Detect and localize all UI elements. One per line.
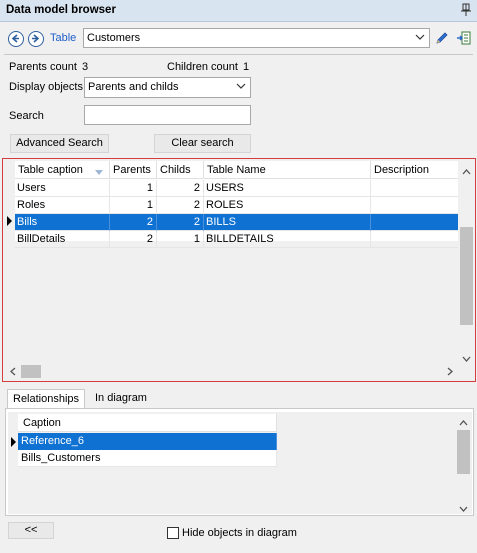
- relationships-panel: Caption Reference_6 Bills_Customers: [5, 408, 474, 516]
- tables-grid: Table caption Parents Childs Table Name …: [15, 161, 458, 248]
- cell-childs: 1: [157, 231, 204, 248]
- cell-caption: Users: [15, 180, 110, 197]
- toolbar-divider: [4, 54, 473, 55]
- tables-grid-frame: Table caption Parents Childs Table Name …: [2, 158, 476, 382]
- relationships-scroll-thumb[interactable]: [457, 430, 470, 474]
- table-row[interactable]: BillDetails 2 1 BILLDETAILS: [15, 231, 458, 248]
- grid-vertical-scrollbar[interactable]: [458, 161, 475, 363]
- tab-relationships[interactable]: Relationships: [7, 389, 86, 409]
- edit-pencil-icon[interactable]: [434, 30, 450, 46]
- cell-table-name: BILLS: [204, 214, 371, 231]
- cell-childs: 2: [157, 197, 204, 214]
- grid-scroll-thumb[interactable]: [460, 227, 473, 325]
- column-header-description[interactable]: Description: [371, 161, 458, 179]
- table-row[interactable]: Users 1 2 USERS: [15, 180, 458, 197]
- cell-childs: 2: [157, 214, 204, 231]
- scroll-down-icon[interactable]: [459, 503, 468, 515]
- display-objects-value: Parents and childs: [88, 81, 179, 93]
- cell-caption: Bills: [15, 214, 110, 231]
- relationships-column-header[interactable]: Caption: [18, 414, 277, 432]
- chevron-down-icon: [415, 32, 425, 42]
- cell-parents: 2: [110, 214, 157, 231]
- scroll-right-icon[interactable]: [447, 367, 453, 379]
- hide-objects-checkbox[interactable]: [167, 527, 179, 539]
- cell-childs: 2: [157, 180, 204, 197]
- cell-description: [371, 231, 458, 248]
- children-count-label: Children count: [167, 61, 238, 73]
- parents-count-label: Parents count: [9, 61, 77, 73]
- search-label: Search: [9, 110, 44, 122]
- export-icon[interactable]: [456, 30, 472, 46]
- clear-search-button[interactable]: Clear search: [154, 134, 251, 153]
- collapse-button[interactable]: <<: [8, 522, 54, 539]
- row-marker-icon: [7, 216, 12, 226]
- cell-table-name: BILLDETAILS: [204, 231, 371, 248]
- hide-objects-label[interactable]: Hide objects in diagram: [182, 527, 297, 539]
- column-header-table-name[interactable]: Table Name: [204, 161, 371, 179]
- children-count-value: 1: [243, 61, 250, 73]
- back-icon[interactable]: [8, 31, 24, 47]
- grid-hscroll-thumb[interactable]: [21, 365, 41, 378]
- search-input[interactable]: [84, 105, 251, 125]
- cell-description: [371, 180, 458, 197]
- table-select[interactable]: Customers: [83, 28, 430, 48]
- cell-parents: 1: [110, 180, 157, 197]
- table-link[interactable]: Table: [50, 32, 76, 44]
- cell-parents: 2: [110, 231, 157, 248]
- grid-header: Table caption Parents Childs Table Name …: [15, 161, 458, 179]
- scroll-down-icon[interactable]: [462, 353, 471, 365]
- table-row-selected[interactable]: Bills 2 2 BILLS: [15, 214, 458, 231]
- window-title: Data model browser: [6, 4, 116, 16]
- pin-icon[interactable]: [459, 3, 473, 17]
- column-header-label: Table caption: [18, 164, 83, 176]
- column-header-caption[interactable]: Table caption: [15, 161, 110, 179]
- cell-caption: Roles: [15, 197, 110, 214]
- scroll-left-icon[interactable]: [10, 367, 16, 379]
- table-select-value: Customers: [87, 32, 141, 44]
- scroll-up-icon[interactable]: [459, 417, 468, 429]
- tab-in-diagram[interactable]: In diagram: [90, 389, 152, 409]
- table-row[interactable]: Roles 1 2 ROLES: [15, 197, 458, 214]
- cell-description: [371, 197, 458, 214]
- row-marker-icon: [11, 437, 16, 447]
- relationship-row-selected[interactable]: Reference_6: [18, 433, 277, 450]
- title-bar: Data model browser: [0, 0, 477, 22]
- display-objects-label: Display objects: [9, 81, 83, 93]
- chevron-down-icon: [236, 81, 246, 91]
- parents-count-value: 3: [82, 61, 89, 73]
- relationships-vertical-scrollbar[interactable]: [455, 412, 472, 514]
- advanced-search-button[interactable]: Advanced Search: [10, 134, 109, 153]
- relationship-row[interactable]: Bills_Customers: [18, 450, 277, 467]
- scroll-up-icon[interactable]: [462, 166, 471, 178]
- column-header-parents[interactable]: Parents: [110, 161, 157, 179]
- forward-icon[interactable]: [28, 31, 44, 47]
- cell-description: [371, 214, 458, 231]
- cell-caption: BillDetails: [15, 231, 110, 248]
- cell-parents: 1: [110, 197, 157, 214]
- cell-table-name: USERS: [204, 180, 371, 197]
- grid-horizontal-scrollbar[interactable]: [5, 363, 458, 380]
- relationships-grid: Caption Reference_6 Bills_Customers: [8, 412, 455, 514]
- cell-table-name: ROLES: [204, 197, 371, 214]
- display-objects-select[interactable]: Parents and childs: [84, 77, 251, 98]
- column-header-childs[interactable]: Childs: [157, 161, 204, 179]
